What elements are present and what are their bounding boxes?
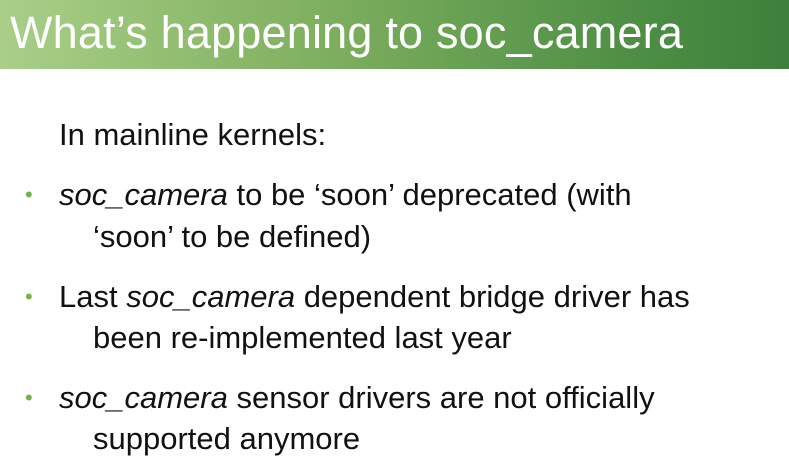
bullet-2-line-1: Last soc_camera dependent bridge driver … (59, 277, 690, 317)
bullet-2-emphasis: soc_camera (126, 279, 296, 314)
bullet-2-rest: dependent bridge driver has (295, 279, 690, 314)
slide-content: In mainline kernels: • soc_camera to be … (0, 0, 789, 456)
bullet-1-emphasis: soc_camera (59, 177, 228, 212)
bullet-dot-icon: • (25, 182, 33, 207)
bullet-3-line-1: soc_camera sensor drivers are not offici… (59, 378, 655, 418)
intro-text: In mainline kernels: (59, 117, 327, 152)
bullet-3-line-2: supported anymore (93, 421, 361, 456)
bullet-dot-icon: • (25, 284, 33, 309)
bullet-dot-icon: • (25, 385, 33, 410)
bullet-1-line-1: soc_camera to be ‘soon’ deprecated (with (59, 175, 632, 215)
bullet-3-rest: sensor drivers are not officially (227, 380, 655, 415)
bullet-1-rest: to be ‘soon’ deprecated (with (227, 177, 632, 212)
bullet-2-line-2: been re-implemented last year (93, 320, 512, 355)
bullet-2-prefix: Last (59, 279, 127, 314)
bullet-1-line-2: ‘soon’ to be defined) (93, 219, 372, 254)
bullet-3-emphasis: soc_camera (59, 380, 228, 415)
